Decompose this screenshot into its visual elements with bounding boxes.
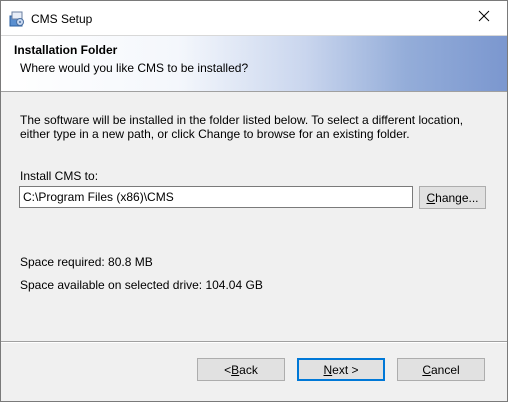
header-banner: Installation Folder Where would you like…: [1, 35, 507, 92]
back-mnemonic: B: [231, 362, 240, 377]
next-label: ext >: [332, 362, 359, 377]
back-arrow: <: [224, 362, 232, 377]
back-label: ack: [239, 362, 258, 377]
close-button[interactable]: [461, 1, 507, 34]
cancel-button[interactable]: Cancel: [397, 358, 485, 381]
space-required-text: Space required: 80.8 MB: [20, 255, 153, 269]
change-button[interactable]: Change...: [419, 186, 486, 209]
change-mnemonic: C: [426, 190, 436, 205]
setup-window: CMS Setup Installation Folder Where woul…: [0, 0, 508, 402]
next-mnemonic: N: [323, 362, 333, 377]
install-path-input[interactable]: [19, 186, 413, 208]
description-text: The software will be installed in the fo…: [20, 113, 464, 141]
cancel-label: ancel: [430, 362, 460, 377]
back-button[interactable]: < Back: [197, 358, 285, 381]
footer-separator: [1, 341, 507, 343]
space-available-text: Space available on selected drive: 104.0…: [20, 278, 263, 292]
install-path-label: Install CMS to:: [20, 169, 99, 183]
cancel-mnemonic: C: [422, 362, 431, 377]
banner-subtitle: Where would you like CMS to be installed…: [20, 61, 249, 75]
title-bar[interactable]: CMS Setup: [1, 1, 507, 35]
installer-icon: [9, 11, 25, 27]
window-title: CMS Setup: [31, 12, 93, 26]
banner-title: Installation Folder: [14, 43, 118, 57]
close-icon: [478, 10, 490, 25]
change-label: hange...: [435, 190, 479, 205]
next-button[interactable]: Next >: [297, 358, 385, 381]
